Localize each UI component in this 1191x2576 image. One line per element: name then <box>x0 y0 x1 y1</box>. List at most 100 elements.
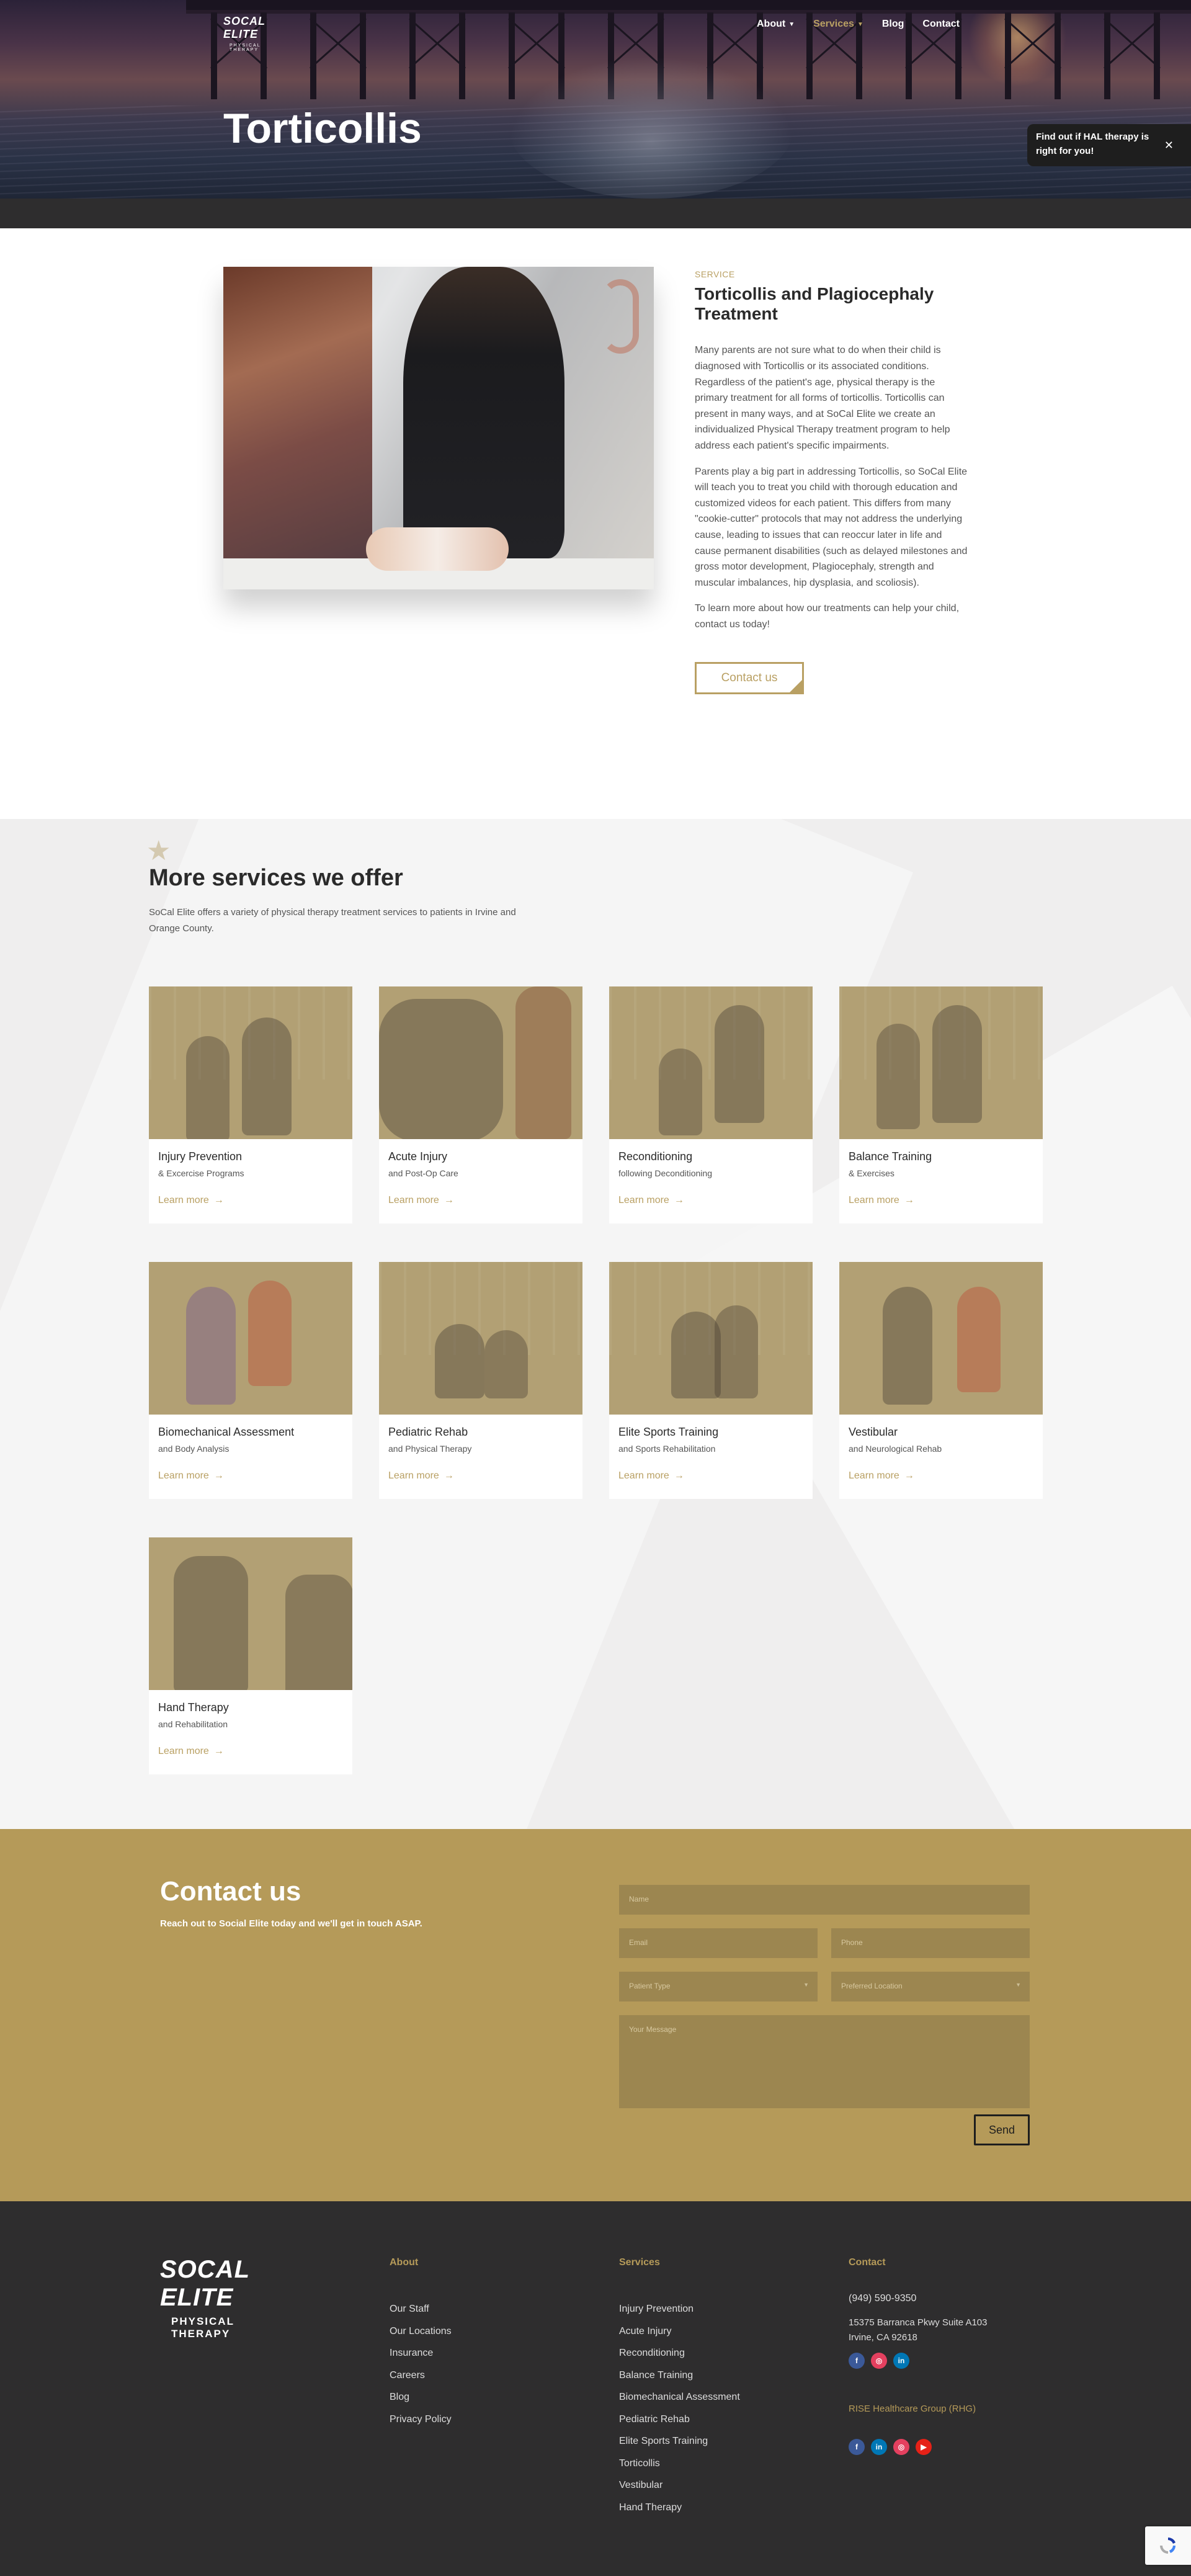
service-card-image <box>149 1537 352 1690</box>
service-title: Torticollis and Plagiocephaly Treatment <box>695 284 934 324</box>
linkedin-icon[interactable]: in <box>893 2353 909 2369</box>
learn-more-label: Learn more <box>618 1470 669 1481</box>
name-field[interactable]: Name <box>619 1885 1030 1915</box>
footer-link[interactable]: Torticollis <box>619 2453 740 2475</box>
footer-link[interactable]: Pediatric Rehab <box>619 2408 740 2431</box>
learn-more-link[interactable]: Learn more → <box>618 1470 684 1482</box>
footer-link[interactable]: Our Staff <box>390 2298 452 2320</box>
email-field[interactable]: Email <box>619 1928 818 1958</box>
nav-blog-label: Blog <box>881 19 904 29</box>
contact-us-button[interactable]: Contact us <box>695 662 804 695</box>
footer-link[interactable]: Reconditioning <box>619 2342 740 2364</box>
nav-services[interactable]: Services ▼ <box>813 19 863 30</box>
message-field[interactable]: Your Message <box>619 2015 1030 2108</box>
learn-more-label: Learn more <box>158 1470 209 1481</box>
nav-contact[interactable]: Contact <box>922 19 960 30</box>
nav-about[interactable]: About ▼ <box>757 19 795 30</box>
footer-link[interactable]: Insurance <box>390 2342 452 2364</box>
instagram-icon[interactable]: ◎ <box>893 2439 909 2455</box>
send-button[interactable]: Send <box>974 2114 1030 2145</box>
learn-more-link[interactable]: Learn more → <box>388 1470 454 1482</box>
footer-link[interactable]: Balance Training <box>619 2364 740 2387</box>
arrow-right-icon: → <box>213 1746 224 1756</box>
more-services-section: ★ More services we offer SoCal Elite off… <box>0 819 1191 1829</box>
service-card-image <box>379 1262 582 1415</box>
phone-field-placeholder: Phone <box>841 1938 863 1947</box>
patient-type-placeholder: Patient Type <box>629 1982 671 1990</box>
service-card-image <box>839 1262 1043 1415</box>
service-paragraph: Many parents are not sure what to do whe… <box>695 345 950 451</box>
service-card-subtitle: and Post-Op Care <box>388 1168 458 1178</box>
service-card-vestibular[interactable]: Vestibular and Neurological Rehab Learn … <box>839 1262 1043 1499</box>
main-nav: About ▼ Services ▼ Blog Contact <box>757 19 960 30</box>
learn-more-link[interactable]: Learn more → <box>388 1195 454 1206</box>
nav-blog[interactable]: Blog <box>882 19 904 30</box>
learn-more-link[interactable]: Learn more → <box>849 1195 914 1206</box>
contact-title: Contact us <box>160 1876 301 1907</box>
service-card-elite-sports-training[interactable]: Elite Sports Training and Sports Rehabil… <box>609 1262 813 1499</box>
footer-link[interactable]: Biomechanical Assessment <box>619 2386 740 2408</box>
contact-section: Contact us Reach out to Social Elite tod… <box>0 1829 1191 2201</box>
footer-link[interactable]: Acute Injury <box>619 2320 740 2343</box>
footer-link[interactable]: Injury Prevention <box>619 2298 740 2320</box>
service-card-reconditioning[interactable]: Reconditioning following Deconditioning … <box>609 986 813 1223</box>
service-card-subtitle: and Physical Therapy <box>388 1444 472 1454</box>
chevron-down-icon: ▼ <box>788 20 795 28</box>
learn-more-label: Learn more <box>158 1195 209 1205</box>
footer-logo[interactable]: SOCAL ELITE PHYSICAL THERAPY <box>160 2256 290 2340</box>
footer-link[interactable]: Careers <box>390 2364 452 2387</box>
hal-popup[interactable]: Find out if HAL therapy is right for you… <box>1027 124 1191 166</box>
arrow-right-icon: → <box>444 1195 454 1205</box>
site-logo[interactable]: SOCAL ELITE PHYSICAL THERAPY <box>223 15 292 52</box>
service-card-title: Pediatric Rehab <box>388 1426 468 1438</box>
footer-link[interactable]: Elite Sports Training <box>619 2430 740 2453</box>
instagram-icon[interactable]: ◎ <box>871 2353 887 2369</box>
learn-more-link[interactable]: Learn more → <box>158 1470 224 1482</box>
service-card-biomechanical-assessment[interactable]: Biomechanical Assessment and Body Analys… <box>149 1262 352 1499</box>
service-paragraph: To learn more about how our treatments c… <box>695 603 960 630</box>
footer-link[interactable]: Blog <box>390 2386 452 2408</box>
learn-more-link[interactable]: Learn more → <box>849 1470 914 1482</box>
facebook-icon[interactable]: f <box>849 2353 865 2369</box>
service-card-title: Acute Injury <box>388 1150 448 1163</box>
footer-link[interactable]: Vestibular <box>619 2474 740 2497</box>
service-card-image <box>149 1262 352 1415</box>
service-card-hand-therapy[interactable]: Hand Therapy and Rehabilitation Learn mo… <box>149 1537 352 1774</box>
more-services-title: More services we offer <box>149 865 403 891</box>
contact-us-button-label: Contact us <box>721 671 778 685</box>
recaptcha-icon <box>1160 2538 1175 2554</box>
close-icon[interactable]: ✕ <box>1164 139 1174 152</box>
message-field-placeholder: Your Message <box>629 2025 677 2034</box>
learn-more-link[interactable]: Learn more → <box>158 1746 224 1757</box>
service-card-balance-training[interactable]: Balance Training & Exercises Learn more … <box>839 986 1043 1223</box>
arrow-right-icon: → <box>674 1470 684 1481</box>
facebook-icon[interactable]: f <box>849 2439 865 2455</box>
patient-type-select[interactable]: Patient Type ▼ <box>619 1972 818 2001</box>
contact-subtitle: Reach out to Social Elite today and we'l… <box>160 1918 422 1929</box>
learn-more-link[interactable]: Learn more → <box>618 1195 684 1206</box>
service-card-acute-injury[interactable]: Acute Injury and Post-Op Care Learn more… <box>379 986 582 1223</box>
youtube-icon[interactable]: ▶ <box>916 2439 932 2455</box>
service-card-injury-prevention[interactable]: Injury Prevention & Excercise Programs L… <box>149 986 352 1223</box>
learn-more-link[interactable]: Learn more → <box>158 1195 224 1206</box>
preferred-location-select[interactable]: Preferred Location ▼ <box>831 1972 1030 2001</box>
wall-logo-graphic <box>602 279 639 354</box>
footer-phone[interactable]: (949) 590-9350 <box>849 2293 987 2304</box>
phone-field[interactable]: Phone <box>831 1928 1030 1958</box>
linkedin-icon[interactable]: in <box>871 2439 887 2455</box>
rise-healthcare-link[interactable]: RISE Healthcare Group (RHG) <box>849 2404 987 2414</box>
footer-link[interactable]: Our Locations <box>390 2320 452 2343</box>
recaptcha-badge[interactable] <box>1145 2526 1191 2565</box>
service-card-pediatric-rehab[interactable]: Pediatric Rehab and Physical Therapy Lea… <box>379 1262 582 1499</box>
service-card-image <box>609 1262 813 1415</box>
service-card-subtitle: and Rehabilitation <box>158 1719 228 1729</box>
arrow-right-icon: → <box>213 1195 224 1205</box>
rise-social-links: f in ◎ ▶ <box>849 2439 987 2455</box>
service-photo <box>223 267 654 589</box>
name-field-placeholder: Name <box>629 1895 649 1903</box>
footer-services-heading: Services <box>619 2257 660 2268</box>
footer-link[interactable]: Privacy Policy <box>390 2408 452 2431</box>
service-card-subtitle: & Exercises <box>849 1168 894 1178</box>
footer-link[interactable]: Hand Therapy <box>619 2497 740 2519</box>
service-card-title: Biomechanical Assessment <box>158 1426 295 1438</box>
